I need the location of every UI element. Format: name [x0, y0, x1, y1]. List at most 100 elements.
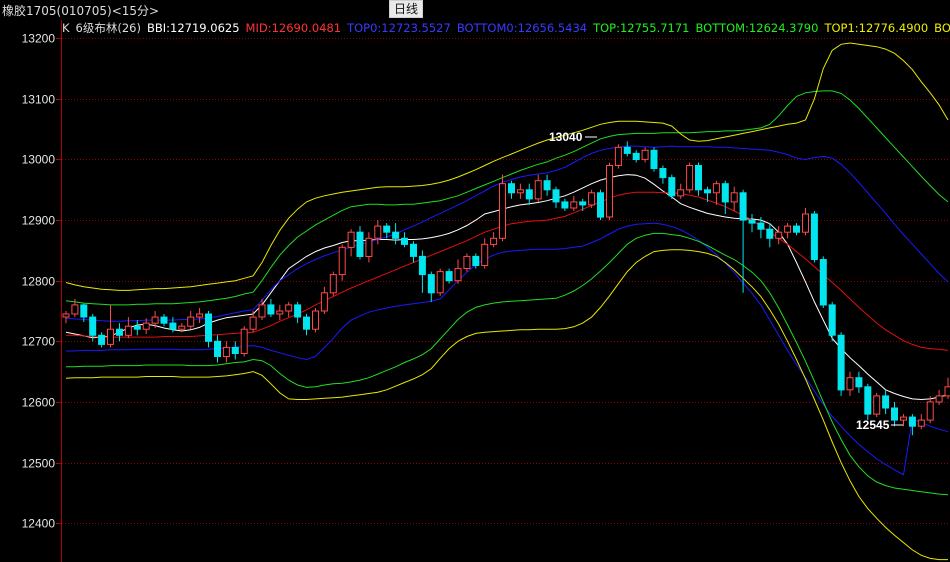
y-tick-label: 13000: [22, 153, 56, 167]
candle-body: [525, 189, 533, 200]
candle: [614, 144, 622, 169]
candle-body: [490, 237, 498, 245]
candle-body: [258, 304, 266, 318]
candle-body: [427, 274, 435, 294]
candle-body: [374, 225, 382, 239]
candle-body: [677, 189, 685, 197]
candle-body: [775, 231, 783, 239]
instrument-title: 橡胶1705(010705)<15分>: [2, 4, 160, 18]
legend-bbi: BBI:12719.0625: [146, 21, 240, 35]
candle-body: [686, 165, 694, 191]
candle: [873, 392, 881, 418]
candle-body: [588, 192, 596, 206]
candle: [597, 189, 604, 221]
candle-body: [303, 316, 310, 330]
y-tick-label: 12900: [22, 214, 56, 228]
candle: [650, 147, 658, 172]
candle-body: [231, 346, 239, 354]
candle-body: [864, 386, 872, 415]
candle-body: [748, 219, 756, 224]
candle-body: [89, 316, 97, 336]
candle-body: [828, 304, 836, 336]
legend-indicator-name[interactable]: 6级布林(26): [76, 21, 141, 35]
candle-body: [712, 183, 720, 194]
title-bar: 橡胶1705(010705)<15分> 日线: [0, 0, 950, 20]
candle-body: [62, 313, 70, 318]
candle-body: [418, 255, 426, 276]
candle-body: [71, 304, 79, 315]
candle-body: [552, 189, 560, 203]
candle-body: [463, 255, 471, 269]
candle-body: [205, 313, 212, 342]
candle-body: [151, 316, 159, 324]
candle-body: [107, 328, 114, 345]
candle-body: [846, 377, 854, 391]
candle-body: [401, 237, 408, 245]
candle-body: [320, 292, 328, 312]
candle-body: [926, 401, 934, 421]
candle-body: [543, 180, 551, 191]
candle-body: [766, 228, 774, 239]
y-tick-label: 13100: [22, 93, 56, 107]
candle-body: [312, 310, 319, 330]
candle-body: [276, 310, 284, 315]
candle-body: [365, 237, 373, 258]
candle-body: [641, 149, 649, 160]
candle-body: [561, 201, 569, 209]
candle-body: [392, 231, 400, 239]
candle-body: [730, 192, 738, 203]
candle-body: [900, 416, 907, 421]
candle: [436, 268, 444, 296]
candle-body: [810, 213, 818, 260]
candle-body: [739, 192, 747, 221]
candle: [606, 162, 613, 221]
candle: [668, 174, 676, 199]
candle-body: [757, 222, 765, 230]
candle-body: [695, 165, 702, 191]
daily-button[interactable]: 日线: [389, 0, 424, 18]
candle-body: [499, 183, 506, 239]
candle: [686, 162, 694, 193]
candle-body: [793, 225, 800, 233]
candle-body: [472, 255, 480, 266]
legend-top: TOP:12755.7171: [593, 21, 690, 35]
candle-body: [606, 165, 613, 218]
candle-body: [285, 304, 293, 312]
candle-body: [659, 168, 667, 179]
candle-body: [240, 328, 248, 355]
candle: [463, 253, 471, 272]
legend-bottom: BOTTOM:12624.3790: [695, 21, 819, 35]
candle-body: [837, 334, 845, 391]
candle-body: [98, 334, 106, 345]
candle: [588, 189, 596, 208]
candle-body: [802, 213, 809, 233]
candle-body: [356, 231, 364, 257]
candle-body: [436, 271, 444, 294]
y-tick-label: 12700: [22, 335, 56, 349]
candle-body: [454, 268, 462, 282]
candle-body: [623, 146, 631, 154]
candle-body: [160, 316, 168, 324]
candle-body: [784, 225, 792, 233]
candle-body: [267, 304, 275, 315]
candle-body: [668, 177, 676, 197]
candle-body: [570, 201, 578, 209]
indicator-legend: K 6级布林(26) BBI:12719.0625 MID:12690.0481 TOP…: [62, 20, 950, 36]
candle-body: [908, 416, 916, 427]
candle-body: [944, 386, 950, 397]
candle-body: [855, 377, 863, 388]
candle-body: [445, 271, 453, 282]
candle: [499, 174, 506, 242]
candle-body: [614, 146, 622, 167]
legend-mid: MID:12690.0481: [245, 21, 342, 35]
candle-body: [597, 192, 604, 218]
high-label: 13040: [549, 130, 583, 144]
kline-chart-canvas[interactable]: 13200 13100 13000 12900 12800 12700 12600 12500…: [0, 0, 950, 562]
candle-body: [632, 152, 640, 160]
candle-body: [329, 274, 337, 294]
candle-body: [214, 340, 221, 357]
y-tick-label: 13200: [22, 32, 56, 46]
candle-body: [80, 304, 88, 318]
candle-body: [516, 189, 524, 194]
candle-body: [410, 243, 417, 257]
